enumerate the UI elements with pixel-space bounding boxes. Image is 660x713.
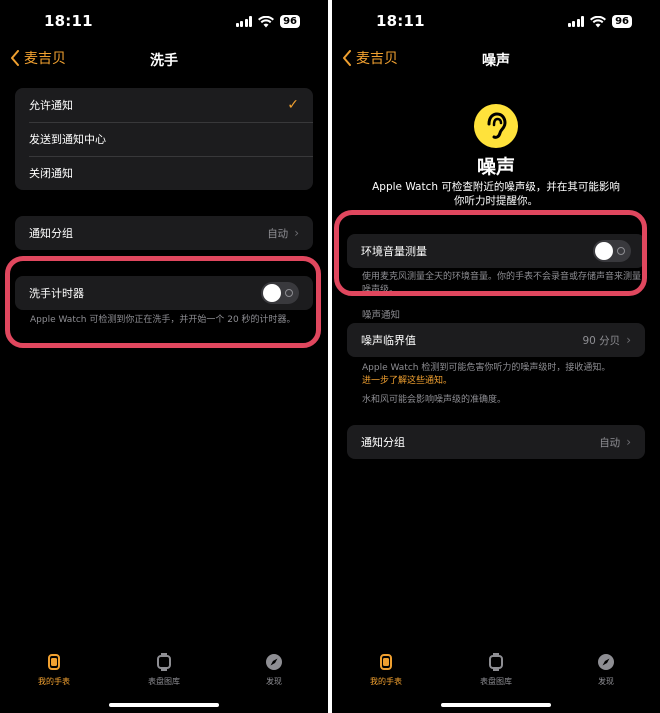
notification-grouping-row[interactable]: 通知分组 自动 ›	[15, 216, 313, 250]
notification-options-group: 允许通知 ✓ 发送到通知中心 关闭通知	[15, 88, 313, 190]
tab-label: 表盘图库	[480, 677, 512, 686]
battery-icon: 96	[280, 15, 300, 28]
tab-my-watch[interactable]: 我的手表	[346, 652, 426, 687]
home-indicator	[109, 703, 219, 707]
option-label: 关闭通知	[29, 167, 73, 180]
tab-label: 发现	[266, 677, 282, 686]
wifi-icon	[258, 15, 275, 27]
option-allow-notifications[interactable]: 允许通知 ✓	[15, 88, 313, 122]
left-phone-screen: 18:11 96 麦吉贝 洗手 允许通知 ✓ 发送到通知中心 关闭通知 通知分组…	[0, 0, 328, 713]
option-label: 允许通知	[29, 99, 73, 112]
chevron-right-icon: ›	[626, 435, 631, 449]
watch-icon	[48, 654, 60, 670]
page-title: 洗手	[150, 53, 178, 69]
tab-face-gallery[interactable]: 表盘图库	[124, 652, 204, 687]
highlight-annotation	[5, 256, 321, 348]
tab-bar: 我的手表 表盘图库 发现	[0, 652, 328, 692]
hero-description: Apple Watch 可检查附近的噪声级，并在其可能影响你听力时提醒你。	[372, 181, 620, 207]
watch-face-icon	[489, 653, 503, 671]
status-time: 18:11	[44, 12, 93, 30]
home-indicator	[441, 703, 551, 707]
grouping-value: 自动	[267, 227, 289, 240]
grouping-value: 自动	[599, 436, 621, 449]
option-label: 发送到通知中心	[29, 133, 106, 146]
noise-threshold-row[interactable]: 噪声临界值 90 分贝 ›	[347, 323, 645, 357]
ear-icon	[474, 104, 518, 148]
tab-label: 我的手表	[370, 677, 402, 686]
hero-title: 噪声	[476, 156, 515, 178]
water-wind-note: 水和风可能会影响噪声级的准确度。	[362, 395, 507, 405]
grouping-label: 通知分组	[361, 436, 405, 449]
navigation-bar: 麦吉贝 噪声	[332, 44, 660, 72]
chevron-right-icon: ›	[294, 226, 299, 240]
tab-discover[interactable]: 发现	[566, 652, 646, 687]
option-send-to-center[interactable]: 发送到通知中心	[15, 122, 313, 156]
status-bar: 18:11 96	[0, 0, 328, 44]
option-notifications-off[interactable]: 关闭通知	[15, 156, 313, 190]
tab-label: 发现	[598, 677, 614, 686]
navigation-bar: 麦吉贝 洗手	[0, 44, 328, 72]
right-phone-screen: 18:11 96 麦吉贝 噪声 噪声 Apple Watch 可检查附近的噪声级…	[332, 0, 660, 713]
learn-more-link[interactable]: 进一步了解这些通知。	[362, 376, 452, 386]
grouping-group: 通知分组 自动 ›	[347, 425, 645, 459]
tab-label: 表盘图库	[148, 677, 180, 686]
wifi-icon	[590, 15, 607, 27]
page-title: 噪声	[482, 53, 510, 69]
noise-threshold-value: 90 分贝	[582, 334, 621, 347]
tab-discover[interactable]: 发现	[234, 652, 314, 687]
chevron-right-icon: ›	[626, 333, 631, 347]
grouping-group: 通知分组 自动 ›	[15, 216, 313, 250]
noise-threshold-note: Apple Watch 检测到可能危害你听力的噪声级时，接收通知。 进一步了解这…	[362, 362, 644, 388]
tab-bar: 我的手表 表盘图库 发现	[332, 652, 660, 692]
compass-icon	[266, 654, 282, 670]
tab-my-watch[interactable]: 我的手表	[14, 652, 94, 687]
noise-threshold-note-text: Apple Watch 检测到可能危害你听力的噪声级时，接收通知。	[362, 363, 611, 373]
watch-face-icon	[157, 653, 171, 671]
status-time: 18:11	[376, 12, 425, 30]
checkmark-icon: ✓	[287, 97, 299, 113]
cellular-signal-icon	[567, 16, 585, 27]
battery-icon: 96	[612, 15, 632, 28]
tab-label: 我的手表	[38, 677, 70, 686]
watch-icon	[380, 654, 392, 670]
compass-icon	[598, 654, 614, 670]
noise-threshold-label: 噪声临界值	[361, 334, 416, 347]
notification-grouping-row[interactable]: 通知分组 自动 ›	[347, 425, 645, 459]
cellular-signal-icon	[235, 16, 253, 27]
status-bar: 18:11 96	[332, 0, 660, 44]
grouping-label: 通知分组	[29, 227, 73, 240]
section-header-noise-notifications: 噪声通知	[362, 310, 401, 321]
tab-face-gallery[interactable]: 表盘图库	[456, 652, 536, 687]
noise-threshold-group: 噪声临界值 90 分贝 ›	[347, 323, 645, 357]
highlight-annotation	[334, 210, 647, 296]
